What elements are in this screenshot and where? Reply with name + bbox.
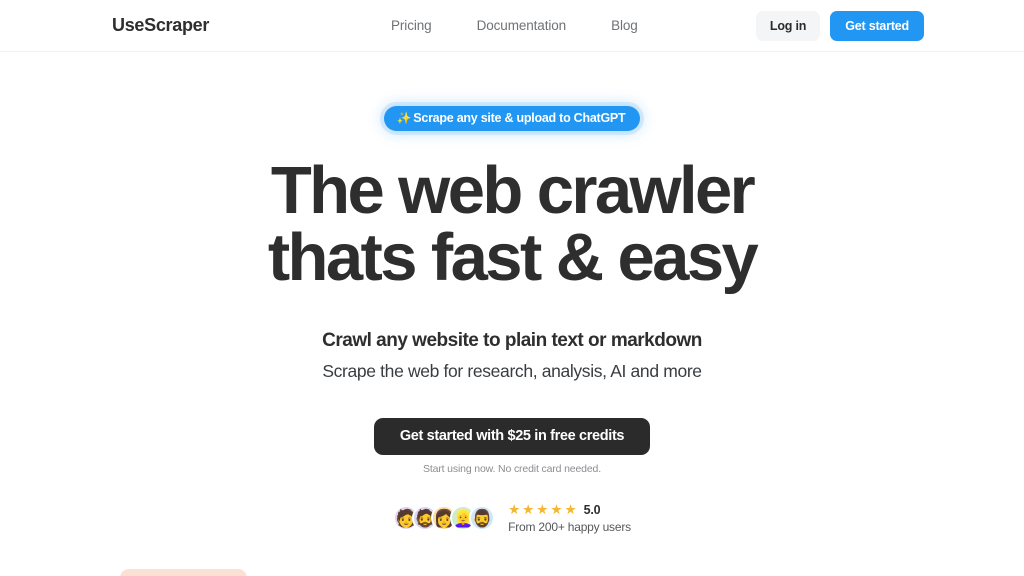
- rating-caption: From 200+ happy users: [508, 519, 631, 534]
- page-title: The web crawler thats fast & easy: [0, 157, 1024, 291]
- social-proof: 🧑 🧔 👩 👱‍♀️ 🧔‍♂️ ★ ★ ★ ★ ★ 5.0 From 200+ …: [0, 503, 1024, 534]
- hero-section: ✨ Scrape any site & upload to ChatGPT Th…: [0, 52, 1024, 534]
- login-button[interactable]: Log in: [755, 10, 821, 41]
- cta-fineprint: Start using now. No credit card needed.: [422, 463, 601, 475]
- subheadline-primary: Crawl any website to plain text or markd…: [322, 330, 702, 351]
- headline-line-1: The web crawler: [270, 153, 756, 228]
- rating-block: ★ ★ ★ ★ ★ 5.0 From 200+ happy users: [508, 503, 631, 534]
- announcement-badge-label: Scrape any site & upload to ChatGPT: [413, 111, 626, 125]
- star-icon-4: ★: [550, 502, 563, 517]
- subheadline-secondary: Scrape the web for research, analysis, A…: [322, 361, 702, 381]
- star-rating: ★ ★ ★ ★ ★ 5.0: [508, 503, 631, 517]
- star-icon-5: ★: [564, 502, 577, 517]
- announcement-badge[interactable]: ✨ Scrape any site & upload to ChatGPT: [383, 106, 641, 131]
- nav-item-documentation[interactable]: Documentation: [477, 18, 567, 33]
- get-started-button[interactable]: Get started: [830, 10, 924, 41]
- star-icon-3: ★: [536, 502, 549, 517]
- cta-get-started-credits-button[interactable]: Get started with $25 in free credits: [373, 418, 651, 455]
- header-actions: Log in Get started: [755, 10, 924, 41]
- star-icon-2: ★: [522, 502, 535, 517]
- nav-item-blog[interactable]: Blog: [611, 18, 638, 33]
- headline-line-2: thats fast & easy: [267, 220, 759, 295]
- star-icon-1: ★: [508, 502, 521, 517]
- cta-container: Get started with $25 in free credits Sta…: [0, 418, 1024, 475]
- bottom-peek-card: [120, 569, 247, 576]
- rating-score: 5.0: [583, 502, 601, 517]
- avatar-group: 🧑 🧔 👩 👱‍♀️ 🧔‍♂️: [393, 505, 496, 532]
- main-navigation: Pricing Documentation Blog: [391, 18, 638, 33]
- site-header: UseScraper Pricing Documentation Blog Lo…: [0, 0, 1024, 52]
- nav-item-pricing[interactable]: Pricing: [391, 18, 432, 33]
- avatar-5: 🧔‍♂️: [469, 505, 496, 532]
- sparkles-icon: ✨: [396, 111, 412, 125]
- logo-wordmark[interactable]: UseScraper: [112, 15, 209, 36]
